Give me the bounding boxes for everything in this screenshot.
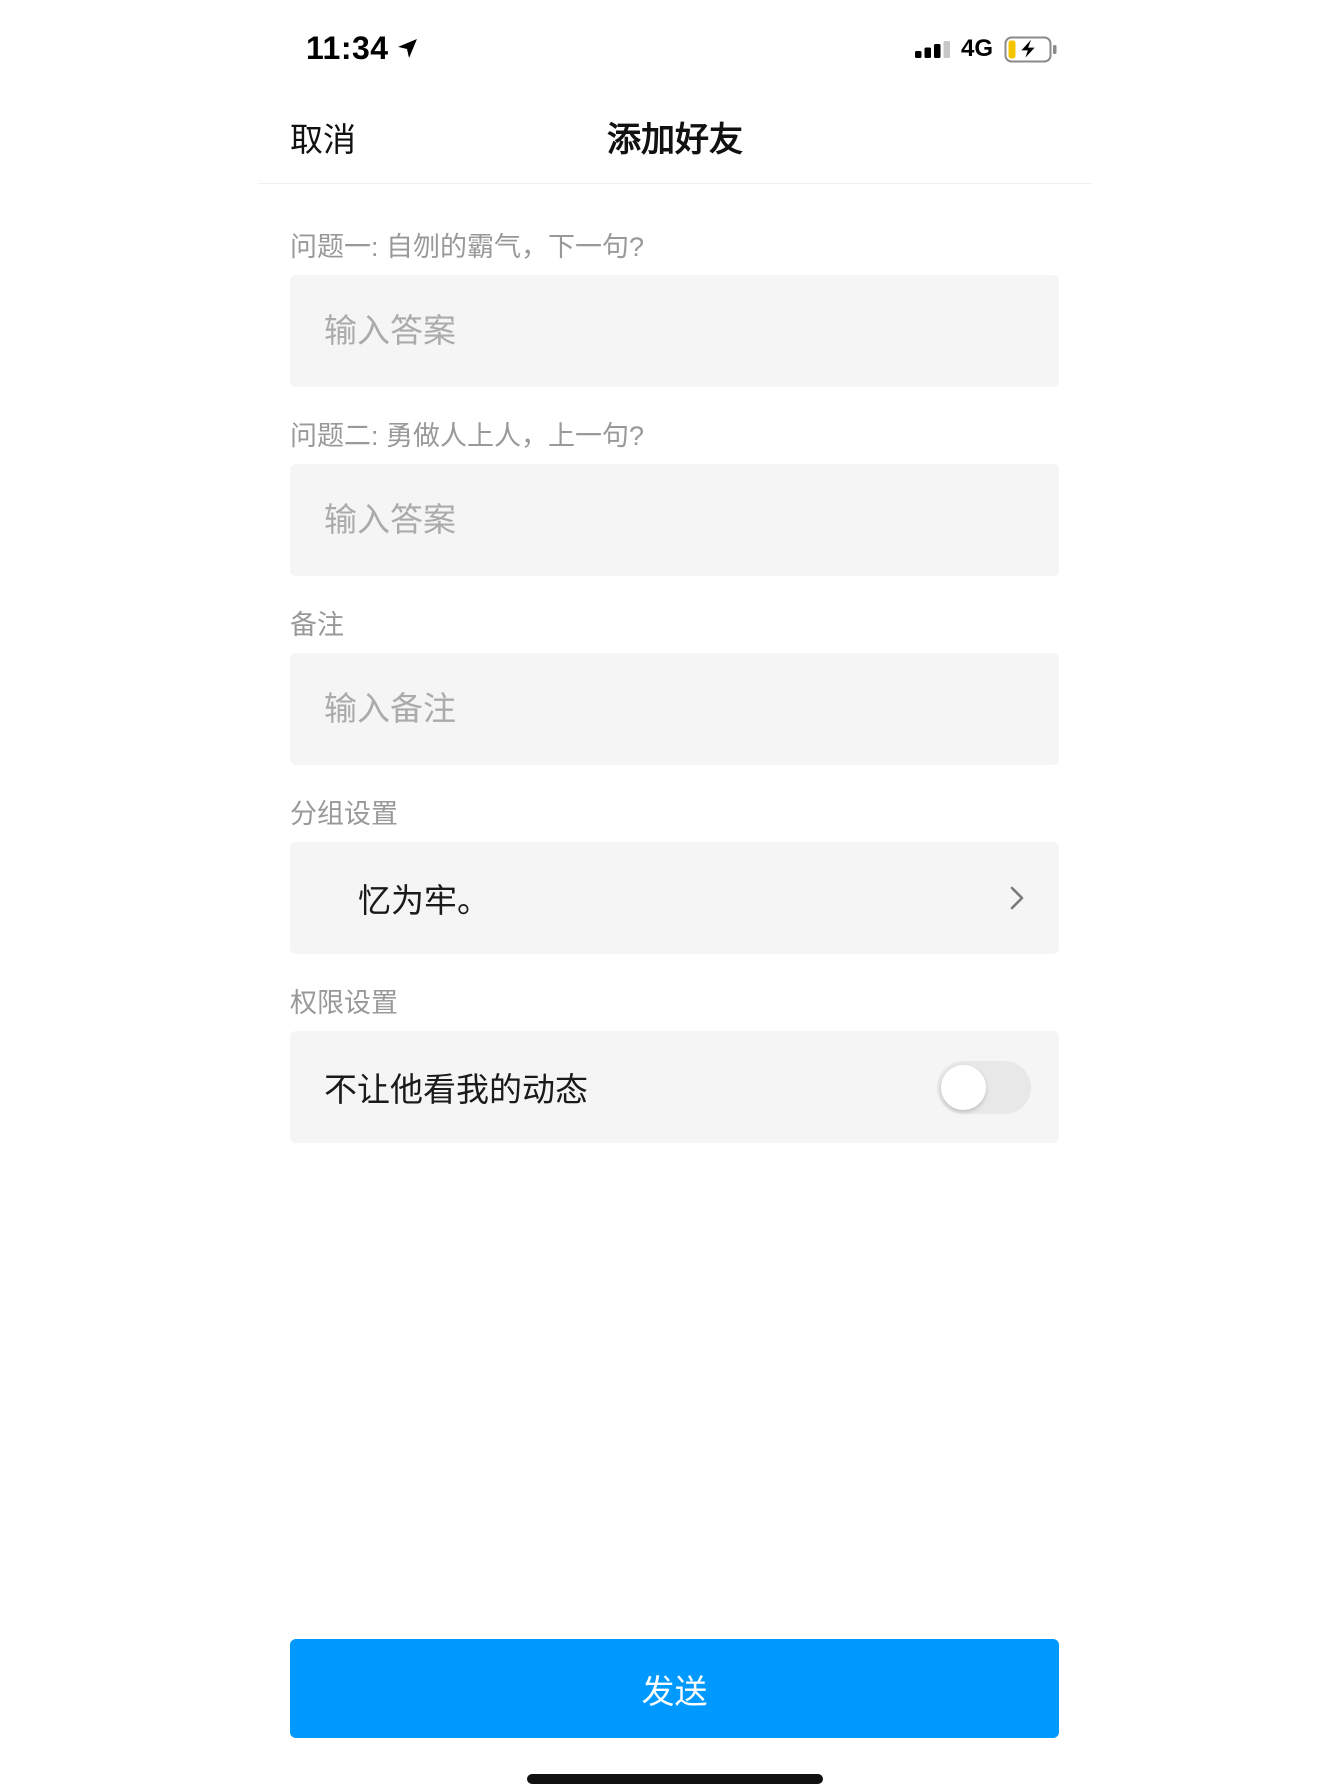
add-friend-form: 问题一: 自刎的霸气，下一句? 问题二: 勇做人上人，上一句? 备注 分组设置 … [290,229,1059,1174]
nav-divider [258,183,1092,184]
question2-answer-input[interactable] [290,464,1059,576]
cancel-button[interactable]: 取消 [290,120,356,160]
group-select-row[interactable]: 忆为牢。 [290,842,1059,954]
question2-label: 问题二: 勇做人上人，上一句? [290,421,645,451]
battery-charging-icon [1004,36,1057,63]
send-button[interactable]: 发送 [290,1639,1059,1738]
home-indicator[interactable] [527,1774,823,1784]
network-type: 4G [961,35,994,62]
hide-moments-label: 不让他看我的动态 [324,1071,588,1108]
status-time: 11:34 [306,30,389,66]
question1-label: 问题一: 自刎的霸气，下一句? [290,232,645,262]
permission-row: 不让他看我的动态 [290,1031,1059,1143]
remark-label: 备注 [290,610,344,640]
signal-bars-icon [915,41,950,58]
permission-settings-label: 权限设置 [290,988,398,1018]
question1-answer-input[interactable] [290,275,1059,387]
send-button-label: 发送 [641,1672,708,1710]
location-arrow-icon [398,39,417,58]
question2-card [290,464,1059,576]
remark-card [290,653,1059,765]
page-title: 添加好友 [607,121,743,159]
remark-input[interactable] [290,653,1059,765]
question1-card [290,275,1059,387]
group-selected-value: 忆为牢。 [358,882,490,919]
group-settings-label: 分组设置 [290,799,398,829]
hide-moments-toggle[interactable] [937,1060,1031,1114]
chevron-right-icon [1010,886,1024,910]
toggle-knob [941,1064,986,1110]
